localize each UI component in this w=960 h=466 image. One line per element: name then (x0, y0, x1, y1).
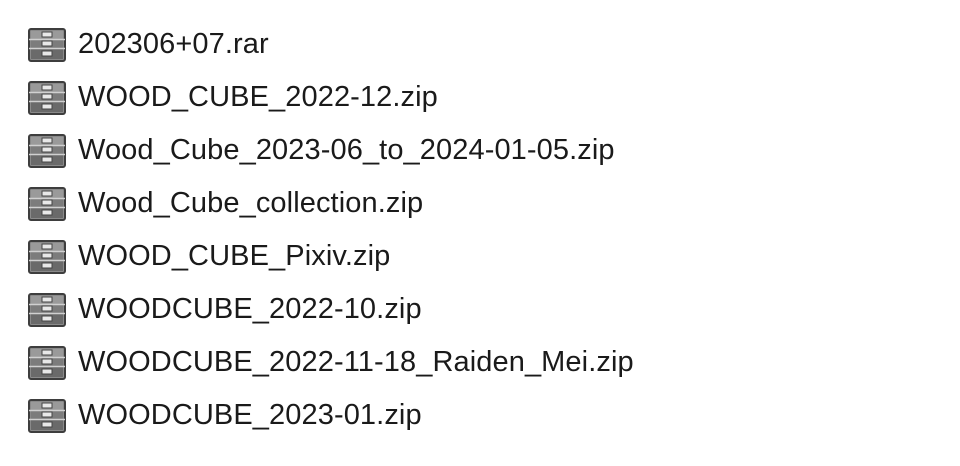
archive-icon (26, 26, 68, 64)
file-item[interactable]: WOODCUBE_2022-10.zip (26, 283, 926, 336)
file-item[interactable]: WOODCUBE_2022-11-18_Raiden_Mei.zip (26, 336, 926, 389)
file-item[interactable]: WOOD_CUBE_Pixiv.zip (26, 230, 926, 283)
file-item[interactable]: WOOD_CUBE_2022-12.zip (26, 71, 926, 124)
file-name: WOOD_CUBE_Pixiv.zip (78, 240, 391, 272)
file-item[interactable]: 202306+07.rar (26, 18, 926, 71)
file-item[interactable]: Wood_Cube_collection.zip (26, 177, 926, 230)
file-name: 202306+07.rar (78, 28, 269, 60)
archive-icon (26, 344, 68, 382)
file-name: Wood_Cube_2023-06_to_2024-01-05.zip (78, 134, 615, 166)
file-name: WOODCUBE_2022-10.zip (78, 293, 422, 325)
file-list: 202306+07.rar WOOD_CUBE_2022-12.zip Wood… (26, 18, 926, 442)
archive-icon (26, 185, 68, 223)
file-name: WOODCUBE_2023-01.zip (78, 399, 422, 431)
file-name: Wood_Cube_collection.zip (78, 187, 424, 219)
archive-icon (26, 397, 68, 435)
file-item[interactable]: Wood_Cube_2023-06_to_2024-01-05.zip (26, 124, 926, 177)
file-name: WOOD_CUBE_2022-12.zip (78, 81, 438, 113)
file-item[interactable]: WOODCUBE_2023-01.zip (26, 389, 926, 442)
file-name: WOODCUBE_2022-11-18_Raiden_Mei.zip (78, 346, 634, 378)
archive-icon (26, 291, 68, 329)
archive-icon (26, 238, 68, 276)
archive-icon (26, 132, 68, 170)
archive-icon (26, 79, 68, 117)
